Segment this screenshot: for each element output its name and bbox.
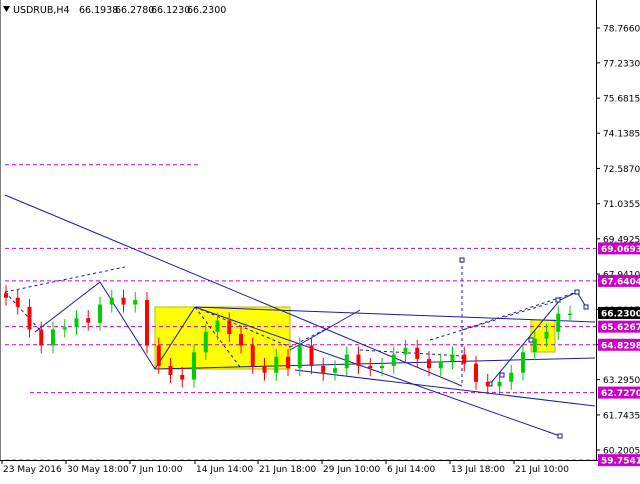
candle-body[interactable] (391, 354, 396, 366)
candle-body[interactable] (4, 293, 8, 298)
candle-body[interactable] (180, 375, 185, 380)
candle-body[interactable] (86, 318, 91, 323)
candle-body[interactable] (51, 329, 55, 346)
candle-body[interactable] (568, 313, 572, 316)
candle-body[interactable] (509, 372, 514, 382)
y-tick-label: 75.6815 (603, 95, 640, 105)
candle-body[interactable] (227, 320, 232, 335)
anchor-marker[interactable] (583, 304, 589, 310)
candle-body[interactable] (297, 345, 302, 369)
candle-body[interactable] (521, 352, 525, 373)
x-tick-label: 6 Jul 14:00 (387, 465, 436, 475)
candle-body[interactable] (450, 354, 455, 362)
candle-body[interactable] (485, 381, 490, 387)
open-price: 66.1938 (79, 5, 118, 16)
candle-body[interactable] (438, 361, 443, 369)
x-tick-label: 23 May 2016 (3, 465, 62, 475)
y-tick-label: 72.5870 (603, 165, 640, 175)
anchor-marker[interactable] (499, 372, 505, 378)
candle-body[interactable] (462, 354, 467, 364)
candle-body[interactable] (403, 347, 408, 355)
level-price-label: 69.0693 (601, 245, 640, 255)
candle-body[interactable] (168, 365, 173, 376)
close-price: 66.2300 (187, 5, 226, 16)
candle-body[interactable] (497, 381, 502, 387)
anchor-marker[interactable] (574, 289, 580, 295)
anchor-marker[interactable] (528, 337, 534, 343)
x-tick-label: 21 Jul 10:00 (515, 465, 569, 475)
candle-body[interactable] (133, 299, 138, 305)
level-price-label: 59.7541 (601, 457, 640, 467)
candle-body[interactable] (109, 297, 114, 305)
candle-body[interactable] (556, 313, 561, 332)
x-tick-label: 7 Jun 10:00 (131, 465, 183, 475)
x-tick-label: 13 Jul 18:00 (451, 465, 505, 475)
candle-body[interactable] (239, 334, 243, 346)
candle-body[interactable] (98, 304, 102, 323)
x-tick-label: 29 Jun 10:00 (323, 465, 380, 475)
candle-body[interactable] (427, 359, 431, 369)
anchor-marker[interactable] (555, 297, 561, 303)
y-tick-label: 74.1385 (603, 130, 640, 140)
candle-body[interactable] (27, 306, 32, 330)
anchor-marker[interactable] (459, 257, 465, 263)
candle-body[interactable] (262, 365, 267, 373)
candle-body[interactable] (62, 327, 67, 330)
candle-body[interactable] (415, 347, 420, 360)
candle-body[interactable] (333, 368, 337, 373)
price-chart-svg[interactable]: 78.7660 77.2330 75.6815 74.1385 72.5870 71.03… (0, 0, 640, 480)
symbol-label: USDRUB,H4 (13, 5, 70, 16)
candle-body[interactable] (544, 331, 549, 339)
candle-body[interactable] (286, 356, 290, 369)
y-tick-label: 77.2330 (603, 59, 640, 69)
candle-body[interactable] (344, 354, 349, 369)
candle-body[interactable] (121, 297, 126, 305)
candle-body[interactable] (15, 297, 20, 307)
level-price-label: 65.6267 (601, 323, 640, 333)
high-price: 66.2780 (115, 5, 154, 16)
level-price-label: 62.7270 (601, 389, 640, 399)
y-tick-label: 61.7435 (603, 411, 640, 421)
candle-body[interactable] (145, 299, 149, 346)
candle-body[interactable] (474, 363, 478, 382)
candle-body[interactable] (74, 318, 79, 328)
candle-body[interactable] (321, 365, 326, 373)
candle-body[interactable] (203, 331, 208, 353)
candle-body[interactable] (192, 352, 196, 380)
candle-body[interactable] (156, 345, 161, 366)
x-tick-label: 14 Jun 14:00 (196, 465, 253, 475)
candle-body[interactable] (274, 356, 279, 373)
candle-body[interactable] (380, 365, 384, 369)
candle-body[interactable] (309, 345, 314, 366)
level-price-label: 64.8298 (601, 341, 640, 351)
candle-body[interactable] (532, 338, 537, 353)
chart-header: USDRUB,H4 66.1938 66.2780 66.1230 66.230… (3, 5, 226, 16)
y-tick-label: 71.0355 (603, 200, 640, 210)
low-price: 66.1230 (151, 5, 190, 16)
level-price-label: 67.6404 (601, 277, 640, 287)
y-tick-label: 63.2950 (603, 376, 640, 386)
current-price-label: 66.2300 (601, 309, 640, 319)
chart-background (0, 0, 640, 480)
y-tick-label: 78.7660 (603, 25, 640, 35)
x-tick-label: 21 Jun 18:00 (259, 465, 316, 475)
x-tick-label: 30 May 18:00 (67, 465, 129, 475)
candle-body[interactable] (39, 329, 44, 346)
price-chart-window[interactable]: 78.7660 77.2330 75.6815 74.1385 72.5870 71.03… (0, 0, 640, 480)
candle-body[interactable] (368, 365, 373, 369)
anchor-marker[interactable] (557, 433, 563, 439)
candle-body[interactable] (250, 345, 255, 366)
candle-body[interactable] (356, 354, 361, 366)
candle-body[interactable] (215, 320, 220, 332)
